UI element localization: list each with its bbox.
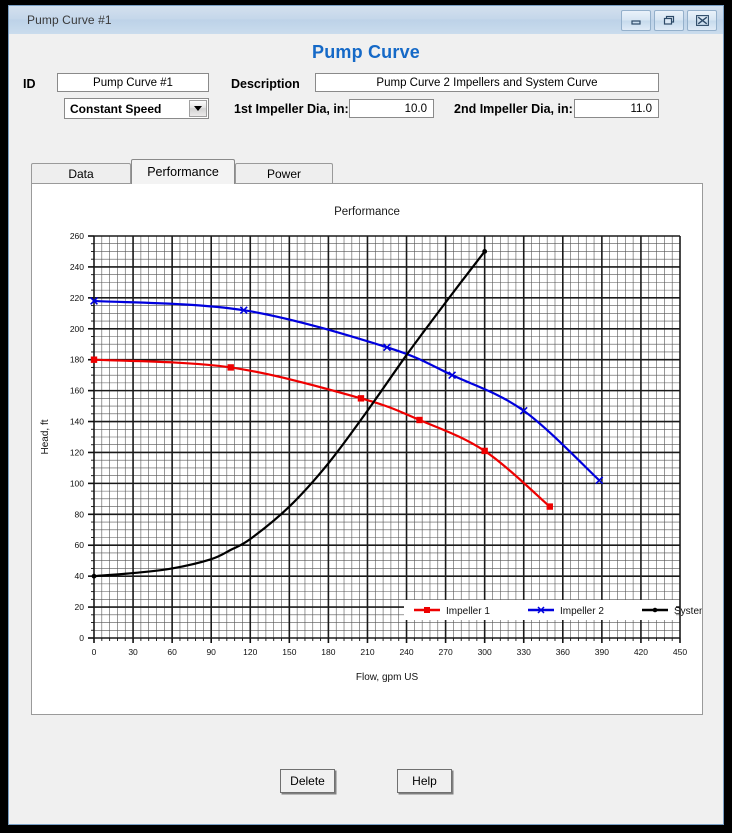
help-button-label: Help bbox=[412, 774, 437, 788]
id-label: ID bbox=[23, 77, 36, 91]
delete-button[interactable]: Delete bbox=[280, 769, 335, 793]
minimize-icon bbox=[630, 16, 642, 26]
svg-text:120: 120 bbox=[243, 647, 257, 657]
svg-text:180: 180 bbox=[70, 355, 84, 365]
description-label: Description bbox=[231, 77, 300, 91]
svg-text:160: 160 bbox=[70, 386, 84, 396]
svg-text:260: 260 bbox=[70, 231, 84, 241]
svg-text:200: 200 bbox=[70, 324, 84, 334]
tab-power-label: Power bbox=[266, 167, 301, 181]
tab-power[interactable]: Power bbox=[235, 163, 333, 184]
tab-strip: Data Performance Power bbox=[31, 159, 703, 184]
svg-text:90: 90 bbox=[206, 647, 216, 657]
pump-curve-window: Pump Curve #1 Pump Curve ID Pump Curve #… bbox=[8, 5, 724, 825]
impeller1-label: 1st Impeller Dia, in: bbox=[234, 102, 349, 116]
svg-text:0: 0 bbox=[79, 633, 84, 643]
svg-text:30: 30 bbox=[128, 647, 138, 657]
svg-text:80: 80 bbox=[75, 509, 85, 519]
window-title: Pump Curve #1 bbox=[27, 13, 112, 27]
svg-text:240: 240 bbox=[399, 647, 413, 657]
window-controls bbox=[621, 10, 717, 31]
speed-mode-select[interactable]: Constant Speed bbox=[64, 98, 209, 119]
svg-text:System: System bbox=[674, 606, 702, 617]
svg-text:330: 330 bbox=[517, 647, 531, 657]
svg-text:240: 240 bbox=[70, 262, 84, 272]
svg-text:140: 140 bbox=[70, 417, 84, 427]
svg-text:0: 0 bbox=[92, 647, 97, 657]
performance-panel: Performance 0 30 60 90 120 150 180 210 240 270 300… bbox=[31, 183, 703, 715]
svg-text:120: 120 bbox=[70, 447, 84, 457]
form-area: ID Pump Curve #1 Description Pump Curve … bbox=[9, 69, 723, 133]
tab-performance[interactable]: Performance bbox=[131, 159, 235, 184]
impeller2-label: 2nd Impeller Dia, in: bbox=[454, 102, 573, 116]
svg-text:20: 20 bbox=[75, 602, 85, 612]
speed-mode-value: Constant Speed bbox=[70, 101, 162, 116]
chevron-down-icon[interactable] bbox=[189, 100, 207, 117]
svg-text:Impeller 2: Impeller 2 bbox=[560, 606, 604, 617]
svg-text:60: 60 bbox=[75, 540, 85, 550]
svg-text:420: 420 bbox=[634, 647, 648, 657]
delete-button-label: Delete bbox=[290, 774, 325, 788]
description-field[interactable]: Pump Curve 2 Impellers and System Curve bbox=[315, 73, 659, 92]
svg-text:450: 450 bbox=[673, 647, 687, 657]
tab-performance-label: Performance bbox=[147, 165, 219, 179]
svg-text:40: 40 bbox=[75, 571, 85, 581]
svg-text:210: 210 bbox=[360, 647, 374, 657]
close-icon bbox=[695, 15, 709, 26]
minimize-button[interactable] bbox=[621, 10, 651, 31]
svg-text:Head, ft: Head, ft bbox=[40, 419, 51, 454]
impeller2-field[interactable]: 11.0 bbox=[574, 99, 659, 118]
window-body: Pump Curve ID Pump Curve #1 Description … bbox=[9, 34, 723, 824]
svg-text:100: 100 bbox=[70, 478, 84, 488]
svg-text:Flow, gpm US: Flow, gpm US bbox=[356, 672, 419, 683]
window-titlebar: Pump Curve #1 bbox=[9, 6, 723, 35]
chart-title: Performance bbox=[334, 206, 400, 218]
svg-text:60: 60 bbox=[167, 647, 177, 657]
svg-text:180: 180 bbox=[321, 647, 335, 657]
svg-text:220: 220 bbox=[70, 293, 84, 303]
tab-data-label: Data bbox=[68, 167, 94, 181]
svg-text:Impeller 1: Impeller 1 bbox=[446, 606, 490, 617]
svg-text:150: 150 bbox=[282, 647, 296, 657]
performance-chart: 0 30 60 90 120 150 180 210 240 270 300 330 360 390 420… bbox=[40, 231, 702, 683]
footer-buttons: Delete Help bbox=[9, 769, 723, 793]
svg-text:360: 360 bbox=[556, 647, 570, 657]
page-title: Pump Curve bbox=[311, 42, 421, 62]
svg-text:300: 300 bbox=[478, 647, 492, 657]
help-button[interactable]: Help bbox=[397, 769, 452, 793]
restore-button[interactable] bbox=[654, 10, 684, 31]
impeller1-field[interactable]: 10.0 bbox=[349, 99, 434, 118]
id-field[interactable]: Pump Curve #1 bbox=[57, 73, 209, 92]
tab-data[interactable]: Data bbox=[31, 163, 131, 184]
restore-icon bbox=[663, 15, 675, 26]
close-button[interactable] bbox=[687, 10, 717, 31]
svg-text:390: 390 bbox=[595, 647, 609, 657]
svg-text:270: 270 bbox=[439, 647, 453, 657]
